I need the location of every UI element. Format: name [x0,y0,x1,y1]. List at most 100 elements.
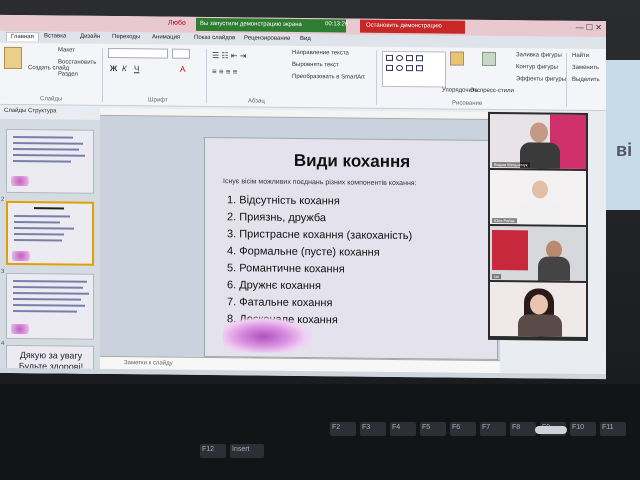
section-button[interactable]: Раздел [58,71,78,77]
tab-slides[interactable]: Слайды [4,108,26,114]
align-icons[interactable]: ≡ ≡ ≡ ≡ [212,67,237,76]
italic-icon[interactable]: К [122,64,127,73]
slide-thumbnails[interactable]: 2 3 4 Дякую за увагу Будьте здорові! [0,118,100,376]
window-controls[interactable]: — ☐ ✕ [576,23,602,32]
background-monitor [606,60,640,210]
shape-effects-button[interactable]: Эффекты фигуры [516,76,566,83]
demo-banner-text: Вы запустили демонстрацию экрана [200,20,302,28]
thumb-text-line [14,232,64,236]
tab-review[interactable]: Рецензирование [244,35,290,41]
group-drawing-label: Рисование [452,100,483,107]
slide-list[interactable]: 1. Відсутність кохання 2. Приязнь, дружб… [227,192,412,330]
slide-thumb-3[interactable] [6,272,94,340]
shapes-gallery[interactable] [382,50,446,88]
shape-oval-icon[interactable] [396,54,403,62]
tab-design[interactable]: Дизайн [80,34,100,40]
slide-thumb-2[interactable] [6,200,94,266]
participant-name: Ізя [492,273,502,280]
demo-timer: 00:13:26 [325,21,349,28]
thumb-text-line [13,279,87,283]
slide-subtitle[interactable]: Існує вісім можливих поєднань різних ком… [223,178,417,187]
stop-demo-button[interactable]: Остановить демонстрацию [360,19,465,34]
paste-icon[interactable] [4,46,22,70]
thumb-text-line [13,159,71,163]
arrange-icon[interactable] [450,51,464,66]
tab-insert[interactable]: Вставка [44,33,66,39]
app-title: Любо [168,19,186,27]
quick-styles-button[interactable]: Экспресс-стили [470,88,514,94]
key-f2: F2 [330,422,356,436]
participant-face [530,122,548,143]
video-tile[interactable] [490,281,586,337]
list-item: 1. Відсутність кохання [227,194,340,208]
tab-view[interactable]: Вид [300,36,311,42]
convert-smartart-button[interactable]: Преобразовать в SmartArt [292,74,365,81]
group-slides-label: Слайды [40,96,63,103]
heart-image [11,175,33,187]
quick-styles-icon[interactable] [482,51,496,67]
thumb-text-line [13,153,85,157]
shape-rect-icon[interactable] [386,64,393,71]
key-insert: Insert [230,444,264,458]
key-f8: F8 [510,422,536,436]
hearts-image [223,316,313,354]
text-direction-button[interactable]: Направление текста [292,50,349,57]
tab-home[interactable]: Главная [6,31,39,42]
shape-line-icon[interactable] [406,55,413,62]
tab-structure[interactable]: Структура [28,108,56,114]
restore-button[interactable]: Восстановить [58,59,96,65]
tab-animation[interactable]: Анимация [152,34,180,40]
shape-rect-icon[interactable] [386,54,393,61]
current-slide[interactable]: Види кохання Існує вісім можливих поєдна… [204,136,498,361]
bold-icon[interactable]: Ж [110,64,117,73]
list-item: 7. Фатальне кохання [227,296,333,310]
slide-thumb-1[interactable] [6,128,94,194]
align-text-button[interactable]: Выровнять текст [292,62,339,68]
select-button[interactable]: Выделить [572,77,600,83]
thumb-text-line [13,303,85,307]
font-name-field[interactable] [108,47,168,59]
slide-number: 4 [1,340,5,347]
background-monitor-text: ві [616,140,633,160]
shape-oval-icon[interactable] [396,64,403,72]
stop-demo-label: Остановить демонстрацию [366,22,442,30]
video-tile[interactable]: Вадим Мельничук [490,113,586,169]
participant-body [520,200,560,225]
key-f11: F11 [600,422,626,436]
thumb-text-line [13,309,77,313]
key-f12: F12 [200,444,226,458]
participant-body [538,256,570,281]
bullets-icon[interactable]: ☰ ☷ ⇤ ⇥ [212,51,246,60]
find-button[interactable]: Найти [572,53,589,59]
font-color-icon[interactable]: A [180,65,185,74]
layout-button[interactable]: Макет [58,47,75,53]
slide-title[interactable]: Види кохання [205,150,498,173]
group-font-label: Шрифт [148,97,168,104]
thumb-text-line [14,214,70,218]
ribbon-separator [376,50,377,105]
list-item: 4. Формальне (пусте) кохання [227,245,380,259]
video-tile[interactable]: Ізя [490,225,586,281]
shape-arrow-icon[interactable] [416,55,423,62]
tab-slideshow[interactable]: Показ слайдов [194,35,235,41]
slide-number: 3 [1,268,5,275]
demo-banner: Вы запустили демонстрацию экрана [196,17,346,33]
shape-triangle-icon[interactable] [406,65,413,72]
list-item: 5. Романтичне кохання [227,262,345,276]
participant-face [530,294,548,315]
thumb-text-line [13,147,79,151]
replace-button[interactable]: Заменить [572,65,599,71]
video-tile[interactable]: Юля Рибак [490,169,586,225]
shape-star-icon[interactable] [416,65,423,72]
list-item: 2. Приязнь, дружба [227,211,326,225]
tab-transitions[interactable]: Переходы [112,34,140,40]
shape-fill-button[interactable]: Заливка фигуры [516,52,562,58]
list-item: 3. Пристрасне кохання (закоханість) [227,228,413,243]
thumb-text-line [13,291,89,295]
font-size-field[interactable] [172,48,190,59]
shape-outline-button[interactable]: Контур фигуры [516,64,558,70]
underline-icon[interactable]: Ч [134,64,139,73]
thumb4-line1: Дякую за увагу [19,350,83,361]
thumb-text-line [14,220,60,224]
panel-tabs: Слайды Структура [0,107,100,118]
